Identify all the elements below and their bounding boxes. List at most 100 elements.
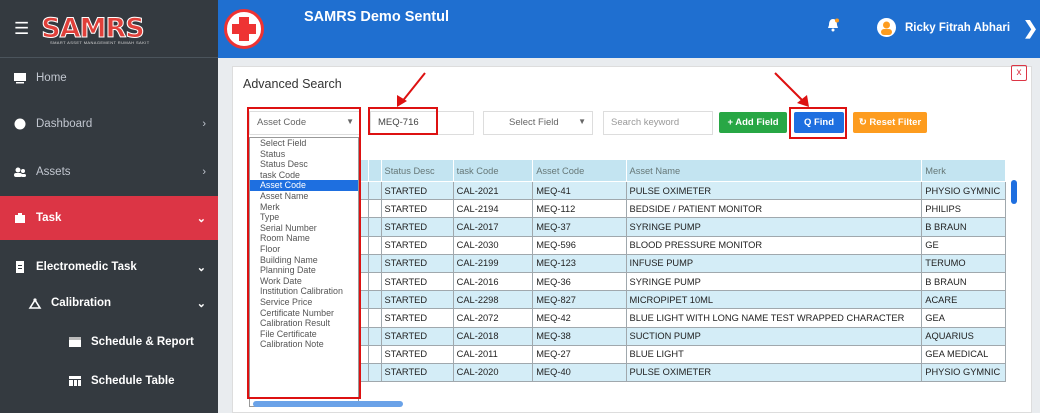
table-row[interactable]: STARTED CAL-2021 MEQ-41 PULSE OXIMETER PHYSI…	[249, 180, 1006, 201]
table-cell: BLOOD PRESSURE MONITOR	[625, 235, 923, 255]
table-row[interactable]: STARTED CAL-2018 MEQ-38 SUCTION PUMP AQUARIU…	[249, 326, 1006, 346]
annotation-arrow-icon	[774, 72, 809, 107]
table-row[interactable]: STARTED CAL-2072 MEQ-42 BLUE LIGHT WITH LON…	[249, 308, 1006, 328]
chevron-right-icon[interactable]: ❯	[1023, 18, 1038, 39]
avatar[interactable]	[877, 18, 896, 37]
table-cell: MEQ-40	[532, 362, 627, 383]
vertical-scrollbar[interactable]	[1011, 180, 1017, 204]
sidebar-item-label: Assets	[36, 166, 71, 178]
keyword-placeholder: Search keyword	[611, 117, 680, 128]
sidebar-item-task[interactable]: Task ⌄	[0, 196, 218, 240]
table-cell: MEQ-596	[532, 235, 627, 255]
table-cell: GEA	[921, 308, 1006, 328]
table-cell: MEQ-36	[532, 271, 627, 292]
table-cell: PULSE OXIMETER	[625, 180, 923, 201]
table-cell	[367, 199, 382, 219]
table-cell: SYRINGE PUMP	[625, 217, 923, 237]
close-button[interactable]: x	[1011, 65, 1027, 81]
table-cell: CAL-2072	[452, 308, 534, 328]
chevron-down-icon: ▼	[578, 117, 586, 126]
table-header-cell[interactable]: Asset Code	[532, 159, 627, 182]
table-header-cell[interactable]: Merk	[921, 159, 1006, 182]
hamburger-icon[interactable]: ☰	[14, 19, 29, 39]
table-cell	[367, 271, 382, 292]
sidebar-brand: ☰ SAMRS SMART ASSET MANAGEMENT RUMAH SAK…	[0, 0, 218, 58]
table-cell: PHYSIO GYMNIC	[921, 362, 1006, 383]
reset-filter-button[interactable]: ↻ Reset Filter	[853, 112, 927, 133]
table-cell: CAL-2194	[452, 199, 534, 219]
annotation-arrow-icon	[397, 72, 426, 107]
table-header-cell	[367, 159, 382, 182]
table-cell: CAL-2298	[452, 290, 534, 310]
table-cell: MICROPIPET 10ML	[625, 290, 923, 310]
table-cell: STARTED	[380, 253, 454, 273]
advanced-search-title: Advanced Search	[243, 77, 342, 91]
table-cell: MEQ-37	[532, 217, 627, 237]
sidebar-item-calibration[interactable]: Calibration ⌄	[0, 288, 218, 318]
table-cell: STARTED	[380, 271, 454, 292]
field-select-2[interactable]: Select Field ▼	[483, 111, 593, 135]
table-cell: CAL-2011	[452, 344, 534, 364]
table-cell: CAL-2199	[452, 253, 534, 273]
table-row[interactable]: STARTED CAL-2017 MEQ-37 SYRINGE PUMP B BRAUN	[249, 217, 1006, 237]
table-row[interactable]: STARTED CAL-2298 MEQ-827 MICROPIPET 10ML ACA…	[249, 290, 1006, 310]
table-cell	[367, 362, 382, 383]
sidebar-item-label: Schedule Table	[91, 375, 175, 387]
sidebar-item-label: Calibration	[51, 297, 112, 309]
table-cell: MEQ-42	[532, 308, 627, 328]
chevron-down-icon: ⌄	[196, 212, 206, 225]
sidebar-item-schedule-report[interactable]: Schedule & Report	[0, 327, 218, 357]
table-header-cell[interactable]: Asset Name	[625, 159, 923, 182]
users-icon	[14, 167, 26, 177]
bell-icon[interactable]	[826, 18, 840, 32]
table-header-cell[interactable]: task Code	[452, 159, 534, 182]
table-cell: MEQ-27	[532, 344, 627, 364]
sidebar-item-home[interactable]: Home	[0, 66, 218, 90]
hospital-logo	[224, 9, 264, 49]
tools-icon	[28, 298, 42, 309]
medical-cross-icon	[232, 17, 256, 41]
table-cell: STARTED	[380, 235, 454, 255]
horizontal-scrollbar[interactable]	[253, 401, 403, 407]
table-cell: CAL-2018	[452, 326, 534, 346]
table-cell: STARTED	[380, 199, 454, 219]
sidebar-item-electromedic-task[interactable]: Electromedic Task ⌄	[0, 252, 218, 282]
table-cell: STARTED	[380, 217, 454, 237]
table-header-cell[interactable]: Status Desc	[380, 159, 454, 182]
table-row[interactable]: STARTED CAL-2194 MEQ-112 BEDSIDE / PATIENT …	[249, 199, 1006, 219]
table-cell: PHYSIO GYMNIC	[921, 180, 1006, 201]
sidebar-item-dashboard[interactable]: Dashboard ›	[0, 112, 218, 136]
sidebar-item-schedule-table[interactable]: Schedule Table	[0, 366, 218, 396]
table-cell: CAL-2030	[452, 235, 534, 255]
annotation-box-value	[368, 107, 438, 135]
sidebar-item-assets[interactable]: Assets ›	[0, 160, 218, 184]
table-header-row: Status Desc task Code Asset Code Asset N…	[249, 159, 1006, 182]
user-name[interactable]: Ricky Fitrah Abhari	[905, 22, 1010, 34]
calendar-icon	[69, 337, 81, 347]
table-cell	[367, 290, 382, 310]
chevron-right-icon: ›	[202, 166, 206, 178]
table-cell: MEQ-41	[532, 180, 627, 201]
table-row[interactable]: STARTED CAL-2030 MEQ-596 BLOOD PRESSURE MON…	[249, 235, 1006, 255]
table-row[interactable]: STARTED CAL-2020 MEQ-40 PULSE OXIMETER PHYSI…	[249, 362, 1006, 383]
add-field-button[interactable]: + Add Field	[719, 112, 787, 133]
table-cell	[367, 253, 382, 273]
page-title: SAMRS Demo Sentul	[304, 9, 450, 25]
table-cell: STARTED	[380, 180, 454, 201]
search-keyword-input[interactable]: Search keyword	[603, 111, 713, 135]
annotation-box-dropdown	[247, 107, 361, 399]
user-icon	[881, 21, 892, 35]
briefcase-icon	[15, 213, 25, 223]
sidebar-item-label: Home	[36, 72, 67, 84]
monitor-icon	[14, 73, 26, 84]
data-table: Status Desc task Code Asset Code Asset N…	[249, 159, 1006, 383]
table-cell	[367, 326, 382, 346]
table-row[interactable]: STARTED CAL-2016 MEQ-36 SYRINGE PUMP B BRAUN	[249, 271, 1006, 292]
table-cell: ACARE	[921, 290, 1006, 310]
table-row[interactable]: STARTED CAL-2199 MEQ-123 INFUSE PUMP TERUMO	[249, 253, 1006, 273]
table-cell: SYRINGE PUMP	[625, 271, 923, 292]
table-row[interactable]: STARTED CAL-2011 MEQ-27 BLUE LIGHT GEA MEDIC…	[249, 344, 1006, 364]
table-cell: STARTED	[380, 326, 454, 346]
table-cell: GE	[921, 235, 1006, 255]
table-cell: CAL-2016	[452, 271, 534, 292]
